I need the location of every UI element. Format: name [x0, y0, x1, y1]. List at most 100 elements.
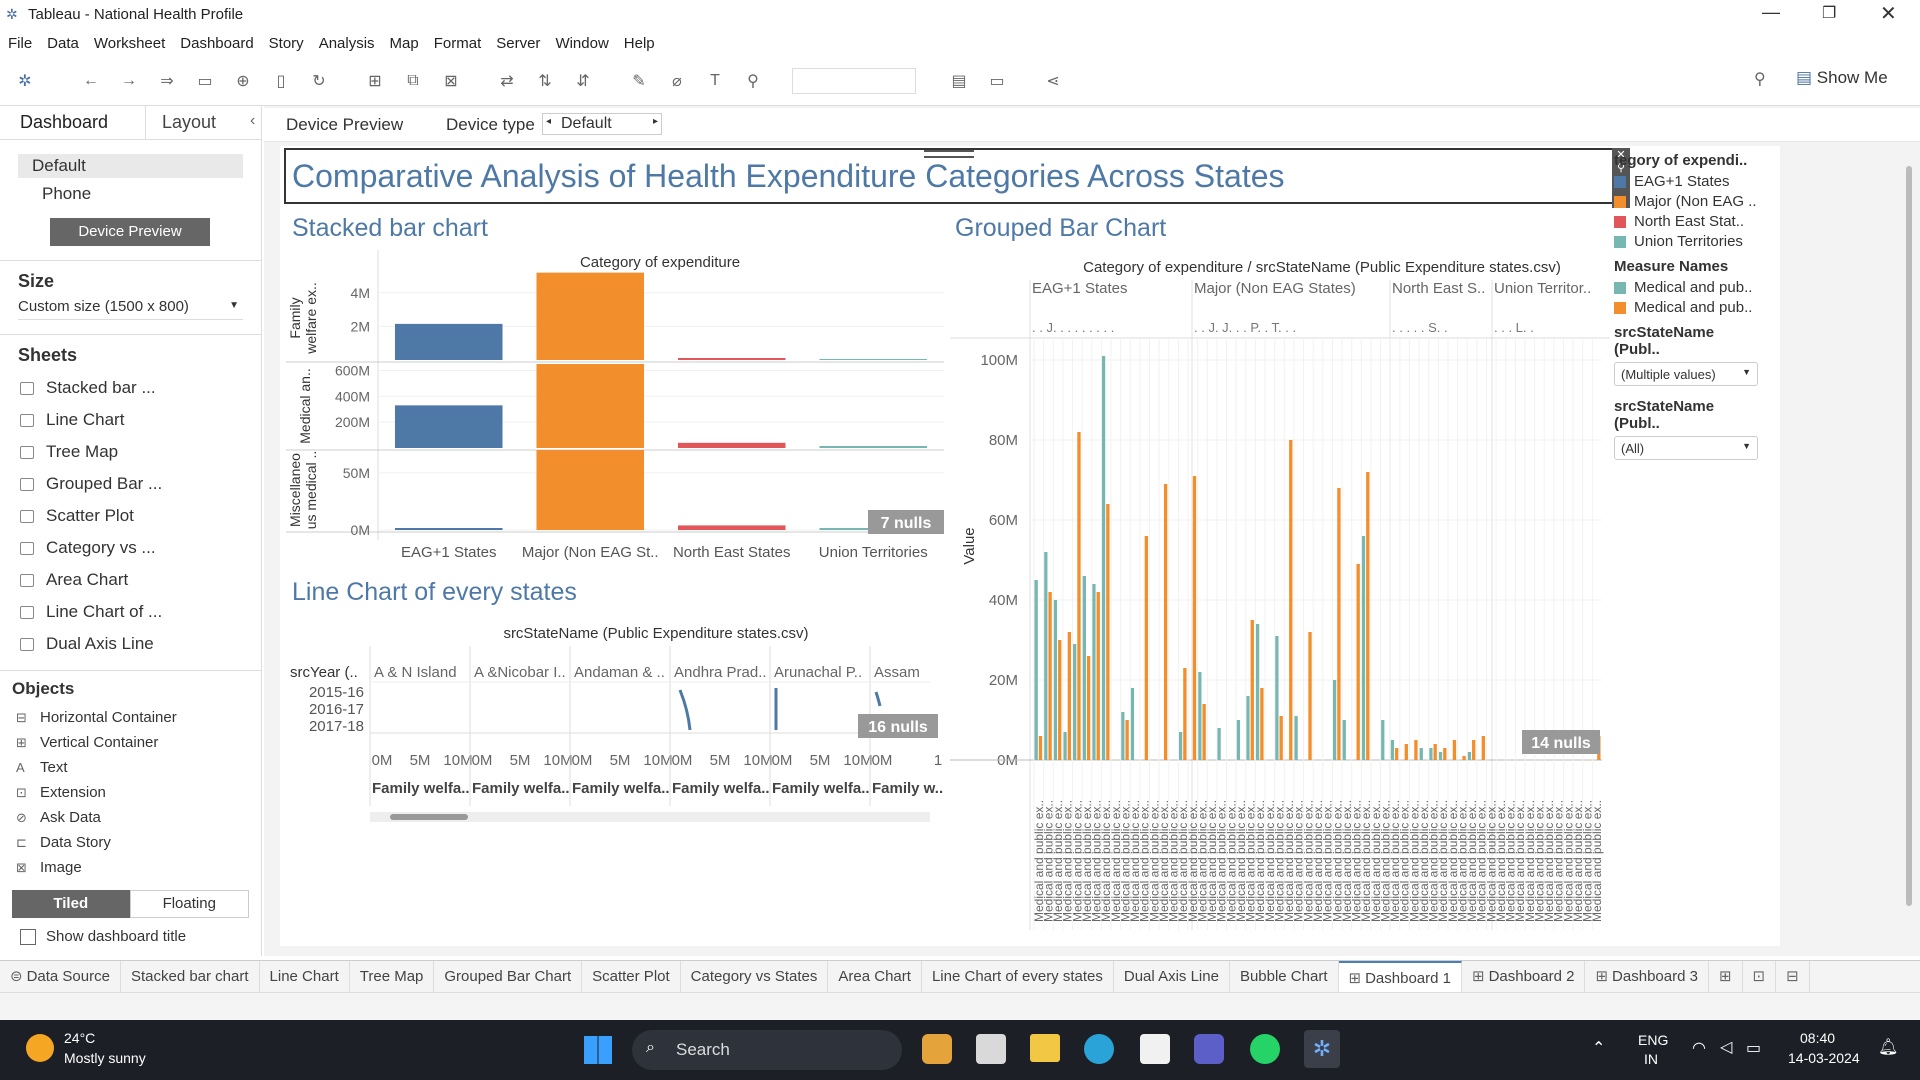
store-icon[interactable] — [1140, 1034, 1170, 1064]
bar[interactable] — [1308, 632, 1312, 760]
bar[interactable] — [1255, 624, 1260, 760]
sheet-item[interactable]: Dual Axis Line — [0, 628, 261, 660]
scrollbar-thumb[interactable] — [390, 814, 468, 820]
bar[interactable] — [1443, 748, 1447, 760]
new-dashboard-tab-icon[interactable]: ⊡ — [1743, 960, 1777, 993]
bar[interactable] — [536, 364, 645, 448]
bar[interactable] — [1342, 720, 1346, 760]
new-worksheet-tab-icon[interactable]: ⊞ — [1709, 960, 1743, 993]
bar[interactable] — [1202, 704, 1206, 760]
bar[interactable] — [1217, 728, 1221, 760]
canvas-scrollbar[interactable] — [1906, 166, 1912, 906]
bar[interactable] — [677, 442, 786, 448]
show-cards-icon[interactable]: ▤ — [946, 71, 972, 91]
bar[interactable] — [1452, 740, 1457, 760]
filter2-dropdown[interactable]: (All) ▼ — [1614, 436, 1758, 460]
menu-data[interactable]: Data — [47, 35, 79, 52]
bar[interactable] — [1438, 752, 1443, 760]
bar[interactable] — [1289, 440, 1293, 760]
chevron-right-icon[interactable]: ▸ — [653, 116, 658, 127]
bar[interactable] — [1472, 740, 1476, 760]
bar[interactable] — [536, 450, 645, 530]
bar[interactable] — [1381, 720, 1385, 760]
new-datasource-icon[interactable]: ⊕ — [230, 71, 256, 91]
series-line[interactable] — [678, 689, 692, 731]
bar[interactable] — [1462, 756, 1466, 760]
filter1-dropdown[interactable]: (Multiple values) ▼ — [1614, 362, 1758, 386]
legend-item[interactable]: EAG+1 States — [1614, 173, 1764, 190]
bar[interactable] — [1183, 668, 1187, 760]
sheet-tab[interactable]: Category vs States — [681, 960, 829, 993]
nulls-indicator[interactable]: 14 nulls — [1522, 730, 1600, 754]
pin-toolbar-icon[interactable]: ⚲ — [1754, 69, 1766, 89]
bar[interactable] — [1236, 720, 1240, 760]
series-line[interactable] — [874, 691, 882, 707]
bar[interactable] — [1101, 356, 1106, 760]
object-item[interactable]: ⊞ Vertical Container — [0, 730, 261, 755]
whatsapp-icon[interactable] — [1250, 1034, 1280, 1064]
sheet-item[interactable]: Category vs ... — [0, 532, 261, 564]
save-icon[interactable]: ▭ — [192, 71, 218, 91]
sheet-item[interactable]: Stacked bar ... — [0, 372, 261, 404]
bar[interactable] — [1144, 536, 1149, 760]
bar[interactable] — [1250, 620, 1254, 760]
teams-icon[interactable] — [1194, 1034, 1224, 1064]
bar[interactable] — [1481, 736, 1485, 760]
menu-dashboard[interactable]: Dashboard — [180, 35, 253, 52]
file-explorer-icon[interactable] — [1030, 1034, 1060, 1062]
object-item[interactable]: ⊠ Image — [0, 855, 261, 880]
bar[interactable] — [1467, 752, 1472, 760]
pause-updates-icon[interactable]: ▯ — [268, 71, 294, 91]
sheet-item[interactable]: Scatter Plot — [0, 500, 261, 532]
close-window-button[interactable]: ✕ — [1880, 1, 1897, 26]
bar[interactable] — [394, 528, 503, 530]
bar[interactable] — [819, 446, 928, 448]
pin-icon[interactable]: ⚲ — [740, 71, 766, 91]
object-item[interactable]: ⊟ Horizontal Container — [0, 705, 261, 730]
restore-button[interactable]: ❐ — [1822, 3, 1836, 23]
object-item[interactable]: ⊘ Ask Data — [0, 805, 261, 830]
presentation-icon[interactable]: ▭ — [984, 71, 1010, 91]
bar[interactable] — [1390, 740, 1395, 760]
menu-help[interactable]: Help — [624, 35, 655, 52]
bar[interactable] — [1395, 748, 1399, 760]
size-dropdown[interactable]: Custom size (1500 x 800) ▼ — [18, 298, 243, 320]
minimize-button[interactable]: — — [1762, 2, 1780, 23]
legend-item[interactable]: Medical and pub.. — [1614, 279, 1764, 296]
clock-time[interactable]: 08:40 — [1800, 1030, 1835, 1046]
bar[interactable] — [1067, 632, 1072, 760]
sheet-tab[interactable]: Scatter Plot — [582, 960, 681, 993]
menu-server[interactable]: Server — [496, 35, 540, 52]
legend-item[interactable]: Major (Non EAG .. — [1614, 193, 1764, 210]
show-me-button[interactable]: ▤ Show Me — [1796, 68, 1888, 88]
bar[interactable] — [1178, 732, 1183, 760]
bar[interactable] — [1294, 716, 1298, 760]
bar[interactable] — [1429, 748, 1433, 760]
undo-icon[interactable]: ← — [78, 72, 104, 90]
sheet-item[interactable]: Area Chart — [0, 564, 261, 596]
menu-format[interactable]: Format — [434, 35, 482, 52]
edge-icon[interactable] — [1084, 1034, 1114, 1064]
sheet-item[interactable]: Line Chart of ... — [0, 596, 261, 628]
redo-icon[interactable]: → — [116, 72, 142, 90]
menu-window[interactable]: Window — [555, 35, 608, 52]
sheet-tab[interactable]: ⊞ Dashboard 1 — [1338, 960, 1462, 993]
bar[interactable] — [1125, 720, 1129, 760]
wifi-icon[interactable]: ◠ — [1692, 1038, 1706, 1058]
sheet-tab[interactable]: Line Chart of every states — [922, 960, 1114, 993]
bar[interactable] — [1260, 688, 1264, 760]
device-preview-tab[interactable]: Device Preview — [286, 115, 403, 135]
tableau-start-icon[interactable]: ✲ — [12, 71, 38, 91]
tableau-taskbar-icon[interactable]: ✲ — [1304, 1030, 1340, 1068]
lang-1[interactable]: ENG — [1638, 1032, 1668, 1048]
bar[interactable] — [677, 525, 786, 530]
chevron-left-icon[interactable]: ◂ — [546, 116, 551, 127]
bar[interactable] — [1092, 584, 1096, 760]
show-title-checkbox[interactable] — [20, 928, 36, 945]
legend-item[interactable]: North East Stat.. — [1614, 213, 1764, 230]
floating-button[interactable]: Floating — [129, 890, 249, 918]
menu-worksheet[interactable]: Worksheet — [94, 35, 165, 52]
bar[interactable] — [394, 323, 503, 360]
bar[interactable] — [677, 358, 786, 360]
sheet-tab[interactable]: Stacked bar chart — [121, 960, 260, 993]
